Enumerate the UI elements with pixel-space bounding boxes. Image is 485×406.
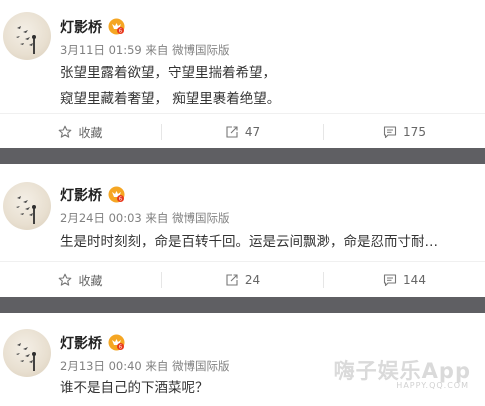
username[interactable]: 灯影桥 (60, 17, 102, 37)
post-time[interactable]: 3月11日 01:59 (60, 43, 142, 57)
post-meta: 3月11日 01:59 来自 微博国际版 (60, 42, 230, 58)
favorite-label: 收藏 (78, 125, 103, 140)
source-link[interactable]: 微博国际版 (172, 211, 230, 225)
comment-count: 175 (403, 125, 426, 139)
repost-count: 24 (244, 273, 261, 287)
repost-button[interactable]: 24 (162, 262, 323, 298)
post-divider (0, 148, 485, 164)
username[interactable]: 灯影桥 (60, 185, 102, 205)
source-link[interactable]: 微博国际版 (172, 359, 230, 373)
comment-icon (383, 126, 397, 139)
avatar-image-icon (16, 343, 36, 371)
repost-button[interactable]: 47 (162, 114, 323, 150)
svg-text:6: 6 (119, 345, 122, 351)
post-divider (0, 297, 485, 313)
favorite-button[interactable]: 收藏 (0, 262, 161, 298)
post-text-line: 谁不是自己的下酒菜呢？ (60, 380, 209, 396)
post-time[interactable]: 2月13日 00:40 (60, 359, 142, 373)
post-actions: 收藏 47 175 (0, 113, 485, 149)
svg-text:6: 6 (119, 29, 122, 35)
svg-text:6: 6 (119, 197, 122, 203)
post-meta: 2月13日 00:40 来自 微博国际版 (60, 358, 230, 374)
favorite-button[interactable]: 收藏 (0, 114, 161, 150)
avatar[interactable] (3, 329, 51, 377)
favorite-label: 收藏 (78, 273, 103, 288)
star-outline-icon (59, 273, 72, 286)
post-meta: 2月24日 00:03 来自 微博国际版 (60, 210, 230, 226)
post-text-line: 窥望里藏着奢望， 痴望里裹着绝望。 (60, 91, 281, 107)
avatar-image-icon (16, 26, 36, 54)
comment-button[interactable]: 175 (324, 114, 485, 150)
source-prefix: 来自 (145, 43, 169, 57)
post-text-line: 生是时时刻刻，命是百转千回。运是云间飘渺，命是忍而寸耐… (60, 234, 438, 250)
source-link[interactable]: 微博国际版 (172, 43, 230, 57)
weibo-post: 灯影桥 6 2月24日 00:03 来自 微博国际版 生是时时刻刻，命是百转千回… (0, 164, 485, 297)
star-outline-icon (59, 125, 72, 138)
repost-count: 47 (244, 125, 261, 139)
vip-badge-icon: 6 (108, 186, 125, 203)
source-prefix: 来自 (145, 211, 169, 225)
repost-icon (226, 126, 238, 138)
watermark-subtext: HAPPY.QQ.COM (396, 381, 469, 390)
vip-badge-icon: 6 (108, 18, 125, 35)
comment-icon (383, 274, 397, 287)
avatar[interactable] (3, 12, 51, 60)
post-text: 谁不是自己的下酒菜呢？ (60, 376, 209, 400)
username[interactable]: 灯影桥 (60, 333, 102, 353)
post-text: 生是时时刻刻，命是百转千回。运是云间飘渺，命是忍而寸耐… (60, 230, 438, 254)
repost-icon (226, 274, 238, 286)
post-text: 张望里露着欲望，守望里揣着希望， 窥望里藏着奢望， 痴望里裹着绝望。 (60, 61, 280, 111)
comment-button[interactable]: 144 (324, 262, 485, 298)
post-time[interactable]: 2月24日 00:03 (60, 211, 142, 225)
comment-count: 144 (403, 273, 426, 287)
vip-badge-icon: 6 (108, 334, 125, 351)
source-prefix: 来自 (145, 359, 169, 373)
weibo-post: 灯影桥 6 3月11日 01:59 来自 微博国际版 张望里露着欲望，守望里揣着… (0, 0, 485, 148)
post-actions: 收藏 24 144 (0, 261, 485, 297)
post-text-line: 张望里露着欲望，守望里揣着希望， (60, 65, 276, 81)
avatar[interactable] (3, 182, 51, 230)
avatar-image-icon (16, 196, 36, 224)
